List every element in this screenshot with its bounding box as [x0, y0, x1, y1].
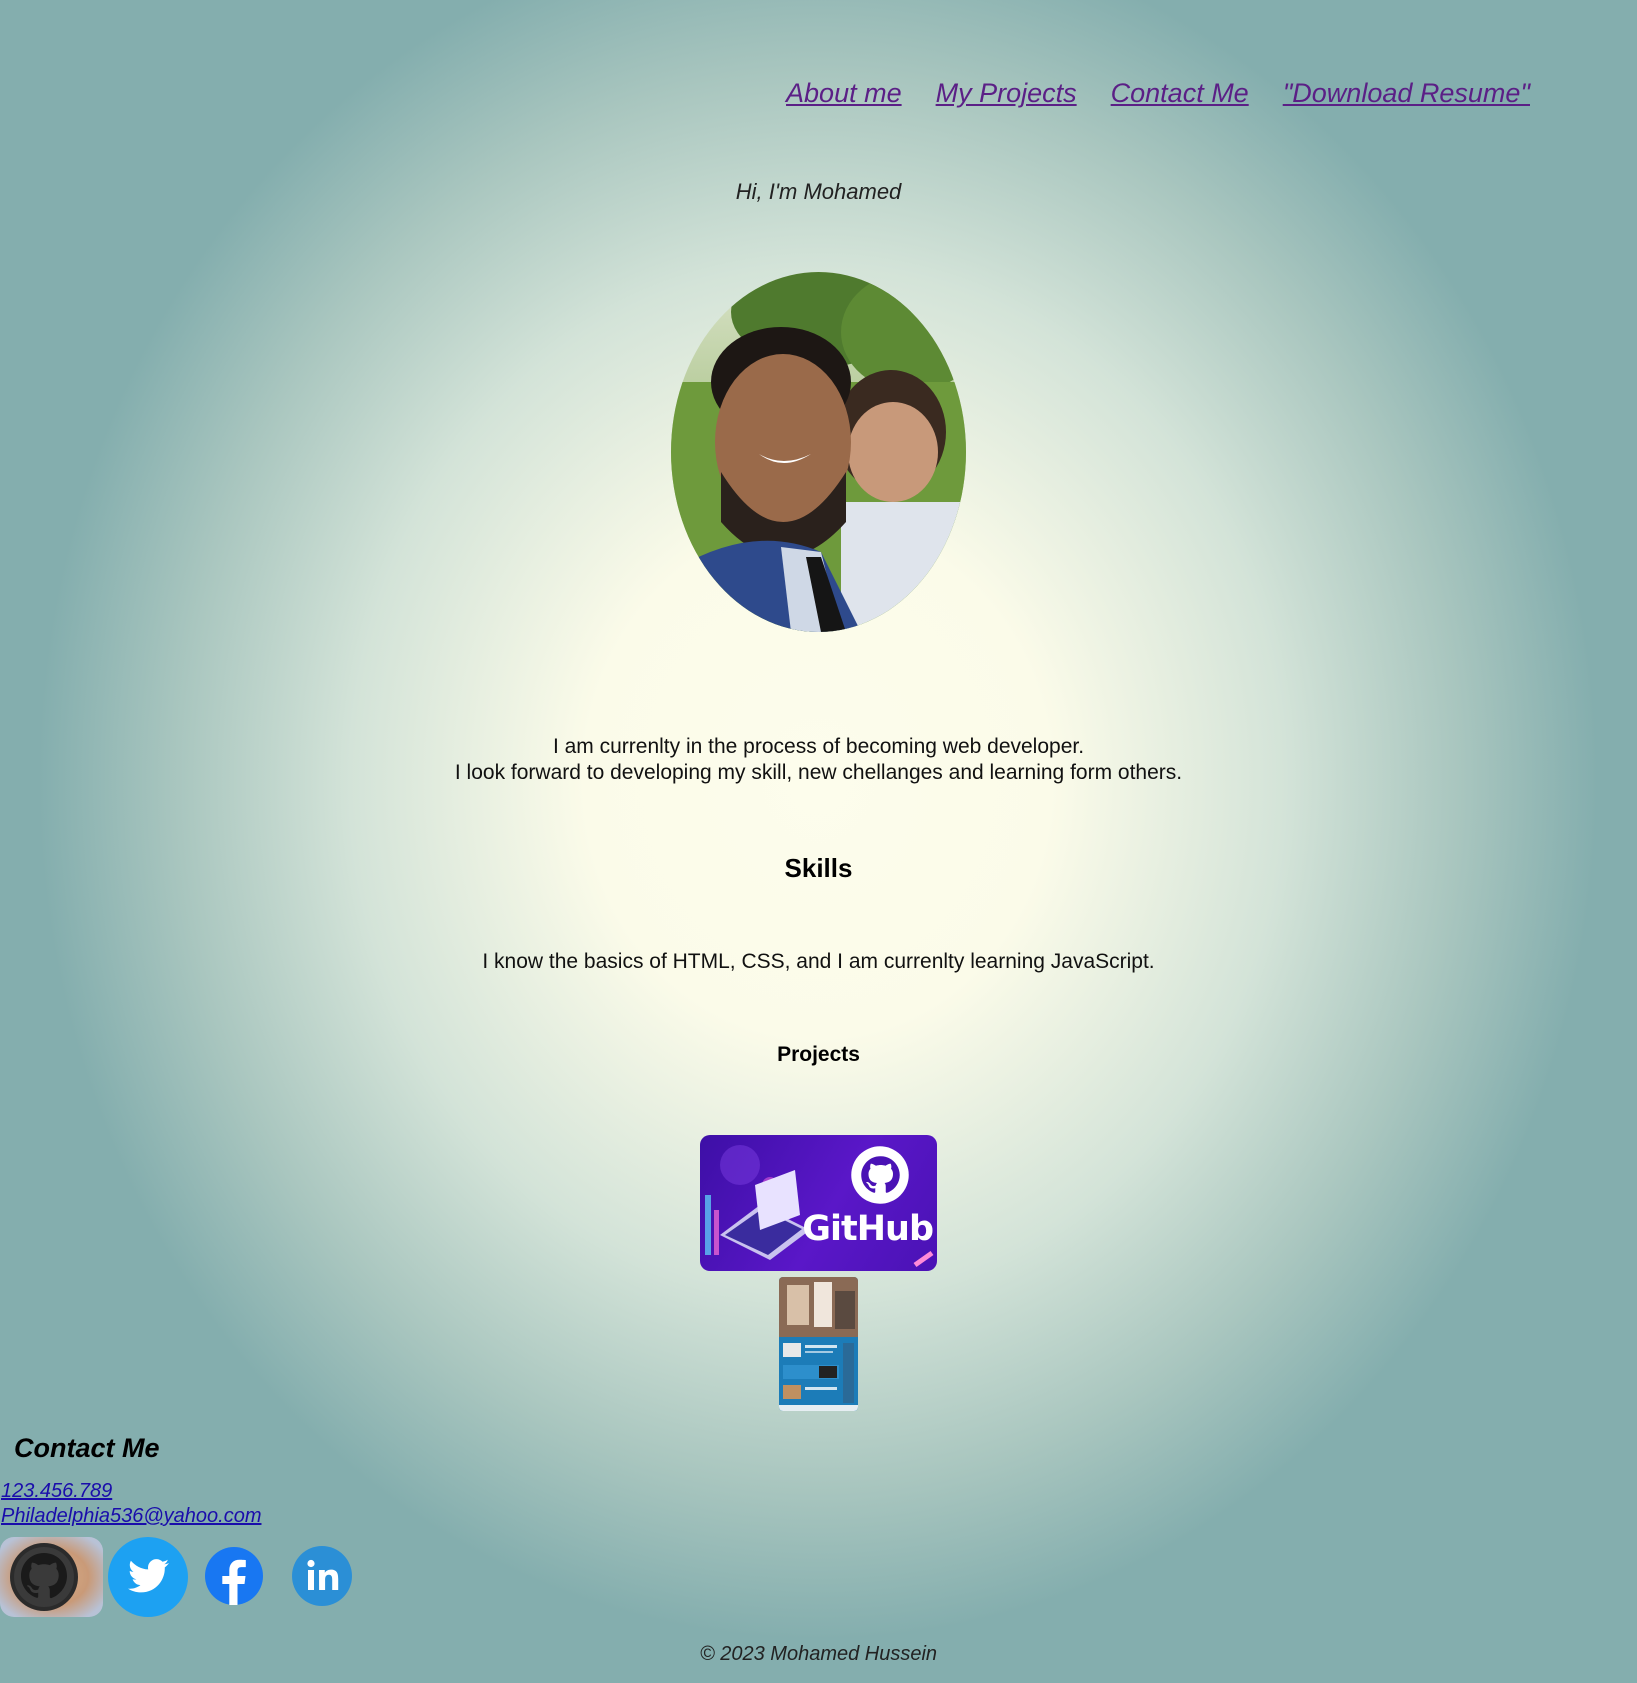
nav-link-about-me[interactable]: About me — [786, 78, 902, 109]
profile-photo — [671, 272, 966, 632]
github-wordmark: GitHub — [802, 1209, 934, 1249]
linkedin-icon — [292, 1546, 352, 1606]
email-link[interactable]: Philadelphia536@yahoo.com — [1, 1505, 261, 1528]
project-github-banner[interactable]: GitHub — [700, 1135, 937, 1271]
website-screenshot-icon — [779, 1277, 858, 1411]
skills-text: I know the basics of HTML, CSS, and I am… — [482, 950, 1155, 973]
profile-photo-illustration — [671, 272, 966, 632]
intro-line: I look forward to developing my skill, n… — [454, 761, 1183, 784]
projects-heading: Projects — [777, 1043, 860, 1066]
github-social-link[interactable] — [0, 1537, 103, 1617]
nav-link-my-projects[interactable]: My Projects — [936, 78, 1077, 109]
github-icon — [0, 1537, 103, 1617]
twitter-icon — [108, 1537, 188, 1617]
github-logo-icon — [851, 1146, 909, 1204]
nav-link-download-resume[interactable]: "Download Resume" — [1283, 78, 1530, 109]
twitter-social-link[interactable] — [107, 1537, 189, 1617]
project-website-thumbnail[interactable] — [779, 1277, 858, 1411]
top-nav: About me My Projects Contact Me "Downloa… — [786, 78, 1530, 109]
phone-link[interactable]: 123.456.789 — [1, 1480, 112, 1503]
intro-paragraph: I am currenlty in the process of becomin… — [0, 734, 1637, 786]
linkedin-social-link[interactable] — [291, 1545, 353, 1607]
facebook-social-link[interactable] — [204, 1545, 264, 1607]
facebook-icon — [205, 1547, 263, 1605]
intro-line: I am currenlty in the process of becomin… — [552, 735, 1085, 758]
skills-heading: Skills — [784, 853, 853, 883]
contact-heading: Contact Me — [14, 1433, 160, 1463]
footer-copyright: © 2023 Mohamed Hussein — [699, 1643, 938, 1665]
nav-link-contact-me[interactable]: Contact Me — [1111, 78, 1249, 109]
greeting-text: Hi, I'm Mohamed — [735, 179, 902, 204]
